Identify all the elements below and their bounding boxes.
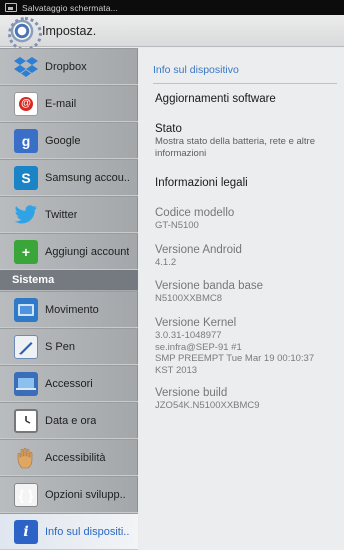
row-kernel-version: Versione Kernel 3.0.31-1048977 se.infra@…	[155, 316, 337, 376]
email-icon: @	[14, 91, 38, 116]
sidebar-item-device-info[interactable]: i Info sul dispositi..	[0, 513, 138, 550]
sidebar-item-label: Twitter	[45, 208, 78, 221]
row-title: Codice modello	[155, 207, 235, 219]
row-value-line: KST 2013	[155, 364, 198, 376]
detail-header: Info sul dispositivo	[153, 56, 337, 84]
sidebar-item-label: S Pen	[45, 340, 75, 353]
row-model-number: Codice modello GT-N5100	[155, 206, 337, 232]
row-legal-info[interactable]: Informazioni legali	[155, 176, 337, 190]
sidebar-item-dropbox[interactable]: Dropbox	[0, 48, 138, 85]
action-bar: Impostaz.	[0, 15, 344, 51]
section-header-sistema: Sistema	[0, 270, 138, 290]
sidebar-item-email[interactable]: @ E-mail	[0, 85, 138, 122]
sidebar-item-label: Info sul dispositi..	[45, 525, 130, 538]
app-title[interactable]: Impostaz.	[42, 24, 96, 38]
sidebar-item-label: E-mail	[45, 97, 77, 110]
row-baseband-version: Versione banda base N5100XXBMC8	[155, 279, 337, 305]
sidebar-item-developer-options[interactable]: { } Opzioni svilupp..	[0, 476, 138, 513]
developer-options-icon: { }	[14, 482, 38, 507]
sidebar-item-google[interactable]: g Google	[0, 122, 138, 159]
samsung-account-icon: S	[14, 165, 38, 190]
status-bar: Salvataggio schermata...	[0, 0, 344, 15]
sidebar-item-motion[interactable]: Movimento	[0, 291, 138, 328]
sidebar-item-label: Accessori	[45, 377, 93, 390]
row-title: Informazioni legali	[155, 177, 248, 189]
row-value: GT-N5100	[155, 220, 199, 231]
row-android-version[interactable]: Versione Android 4.1.2	[155, 243, 337, 269]
row-value: 4.1.2	[155, 257, 177, 268]
row-subtitle: Mostra stato della batteria, rete e altr…	[155, 136, 315, 159]
info-icon: i	[14, 519, 38, 544]
detail-header-title: Info sul dispositivo	[153, 63, 239, 76]
row-title: Stato	[155, 123, 182, 135]
row-value-line: se.infra@SEP-91 #1	[155, 341, 242, 353]
sidebar-item-label: Aggiungi account	[45, 245, 130, 258]
sidebar-item-label: Samsung accou..	[45, 171, 130, 184]
twitter-icon	[14, 203, 38, 227]
settings-sidebar: Dropbox @ E-mail g Google S Samsung acco…	[0, 48, 138, 550]
row-build-number[interactable]: Versione build JZO54K.N5100XXBMC9	[155, 386, 337, 412]
row-value-line: SMP PREEMPT Tue Mar 19 00:10:37	[155, 353, 315, 364]
row-title: Versione Kernel	[155, 317, 237, 329]
row-value: N5100XXBMC8	[155, 293, 223, 304]
sidebar-item-label: Accessibilità	[45, 451, 106, 464]
sidebar-item-label: Data e ora	[45, 414, 97, 427]
row-value-line: 3.0.31-1048977	[155, 330, 222, 341]
sidebar-item-twitter[interactable]: Twitter	[0, 196, 138, 233]
sidebar-item-label: Dropbox	[45, 60, 87, 73]
spen-icon	[14, 334, 38, 359]
sidebar-item-spen[interactable]: S Pen	[0, 328, 138, 365]
sidebar-item-add-account[interactable]: + Aggiungi account	[0, 233, 138, 270]
row-value: JZO54K.N5100XXBMC9	[155, 400, 260, 411]
sidebar-item-label: Movimento	[45, 303, 99, 316]
row-title: Versione build	[155, 387, 228, 399]
google-icon: g	[14, 128, 38, 153]
sidebar-item-samsung-account[interactable]: S Samsung accou..	[0, 159, 138, 196]
screenshot-icon	[5, 3, 17, 12]
sidebar-item-accessibility[interactable]: Accessibilità	[0, 439, 138, 476]
status-notification-text: Salvataggio schermata...	[22, 2, 118, 13]
sidebar-item-label: Opzioni svilupp..	[45, 488, 126, 501]
clock-icon	[14, 408, 38, 433]
accessories-icon	[14, 371, 38, 396]
settings-gear-icon[interactable]	[8, 16, 42, 51]
dropbox-icon	[14, 55, 38, 79]
hand-icon	[14, 446, 38, 470]
add-account-icon: +	[14, 239, 38, 264]
sidebar-item-accessories[interactable]: Accessori	[0, 365, 138, 402]
row-title: Versione Android	[155, 244, 242, 256]
row-status[interactable]: Stato Mostra stato della batteria, rete …	[155, 122, 337, 159]
motion-icon	[14, 297, 38, 322]
row-title: Versione banda base	[155, 280, 264, 292]
row-software-updates[interactable]: Aggiornamenti software	[155, 92, 337, 106]
sidebar-item-label: Google	[45, 134, 81, 147]
sidebar-item-date-time[interactable]: Data e ora	[0, 402, 138, 439]
device-info-pane: Info sul dispositivo Aggiornamenti softw…	[139, 48, 344, 550]
row-title: Aggiornamenti software	[155, 93, 276, 105]
